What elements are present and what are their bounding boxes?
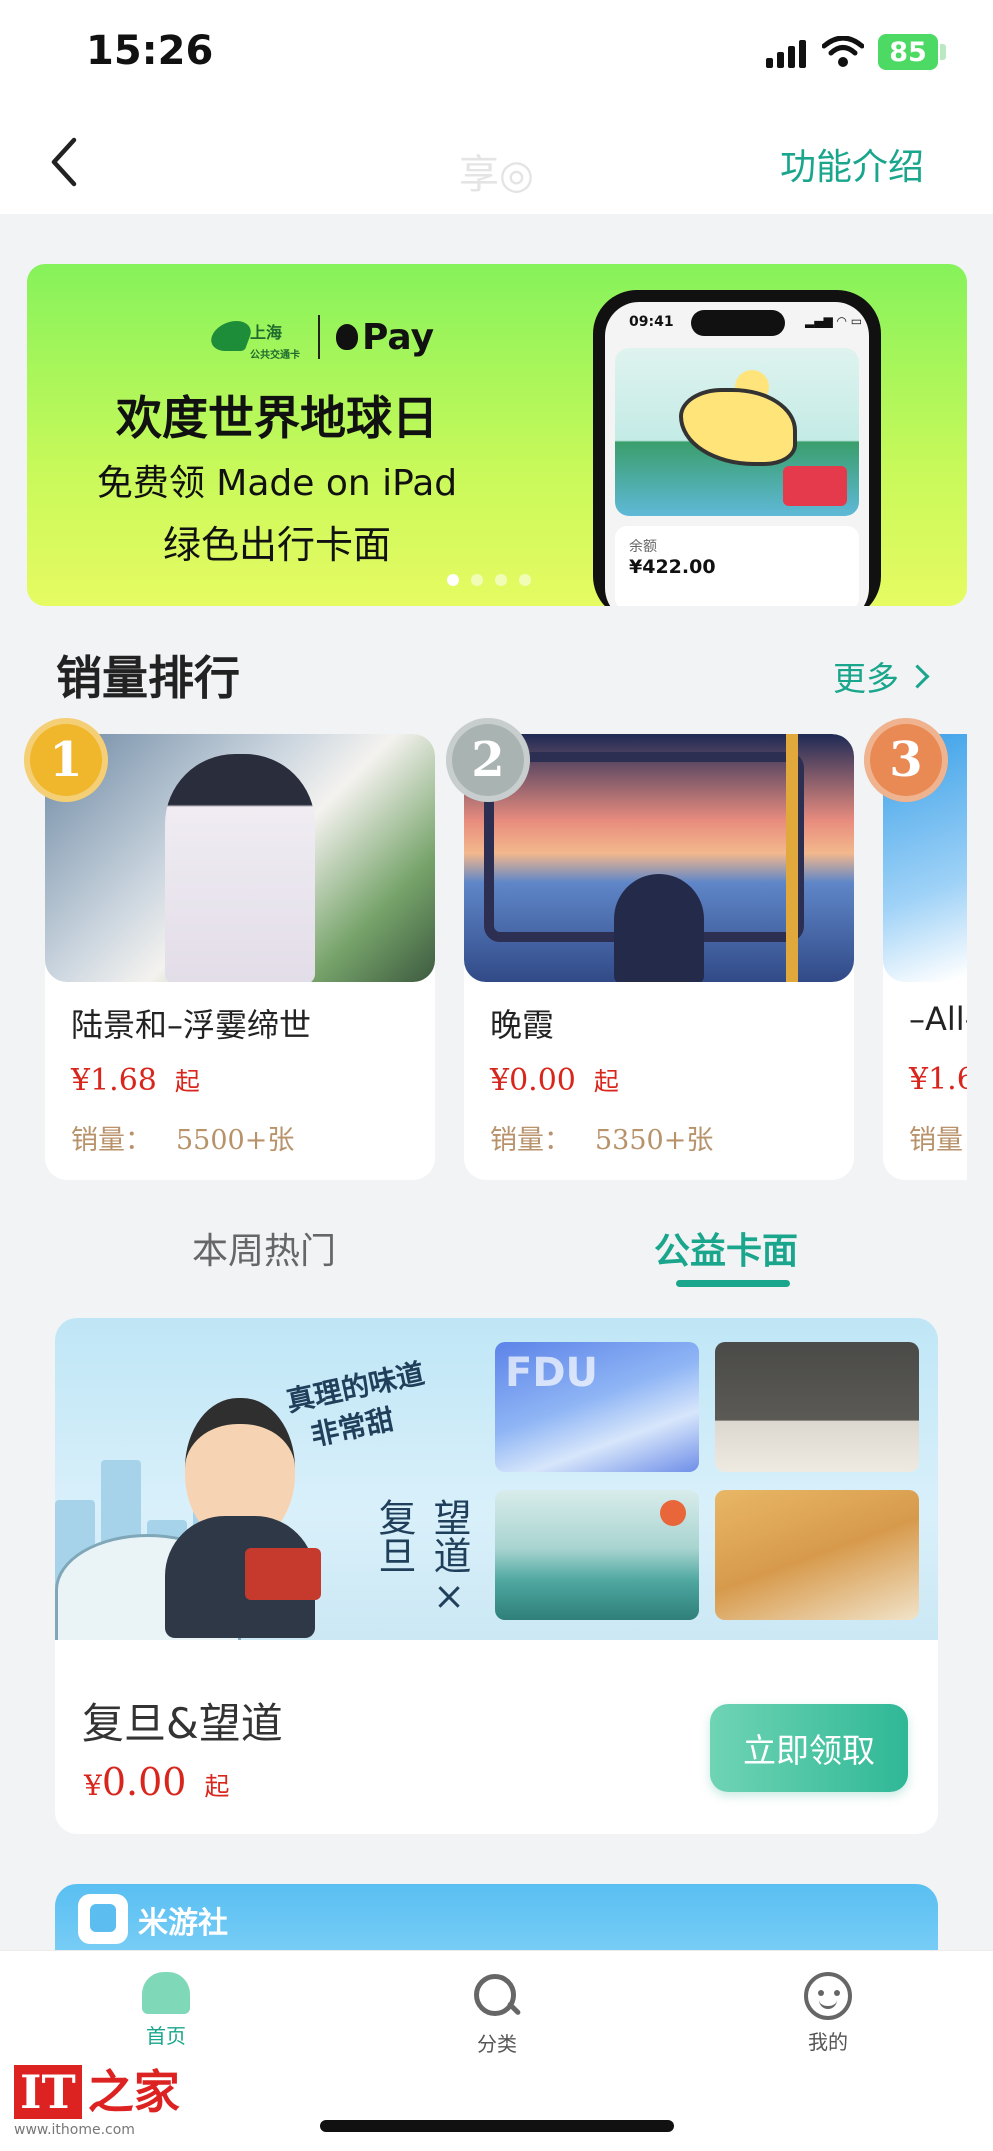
rank-number: 1 bbox=[49, 732, 83, 788]
home-icon bbox=[142, 1972, 190, 2014]
transit-card-art bbox=[615, 348, 859, 516]
card-price-value: ¥1.68 bbox=[71, 1063, 157, 1098]
battery-indicator: 85 bbox=[878, 34, 938, 70]
featured-card-price: ¥0.00 起 bbox=[84, 1760, 229, 1804]
price-suffix: 起 bbox=[204, 1772, 230, 1801]
next-card-brand: 米游社 bbox=[138, 1906, 228, 1941]
rank-badge-3: 3 bbox=[864, 718, 948, 802]
banner-dot[interactable] bbox=[471, 574, 483, 586]
card-price: ¥0.00 起 bbox=[490, 1062, 619, 1098]
thumbnail-fdu-text: FDU bbox=[505, 1350, 599, 1396]
featured-card-art: 真理的味道 非常甜 望道×复旦 FDU bbox=[55, 1318, 938, 1640]
page-title: 享◎ bbox=[459, 152, 534, 198]
feature-intro-link[interactable]: 功能介绍 bbox=[780, 138, 924, 190]
tab-public-welfare[interactable]: 公益卡面 bbox=[654, 1222, 798, 1274]
card-thumbnail-2 bbox=[715, 1342, 919, 1472]
dynamic-island bbox=[691, 310, 785, 336]
card-name: 陆景和–浮霎缔世 bbox=[71, 1006, 312, 1044]
rank-card-1[interactable]: 陆景和–浮霎缔世 ¥1.68 起 销量： 5500+张 bbox=[45, 734, 435, 1180]
brand-left: 上海 bbox=[250, 323, 283, 342]
tab-weekly-hot[interactable]: 本周热门 bbox=[192, 1222, 336, 1274]
card-thumbnail-4 bbox=[715, 1490, 919, 1620]
phone-status-icons: ▂▄▆ ◠ ▭ bbox=[805, 314, 863, 328]
back-chevron-icon[interactable] bbox=[44, 132, 84, 192]
status-time: 15:26 bbox=[86, 28, 214, 74]
sales-label: 销量： bbox=[71, 1125, 152, 1156]
tabbar-category-label: 分类 bbox=[477, 2032, 517, 2056]
sales-value: 5500+张 bbox=[176, 1125, 295, 1156]
price-suffix: 起 bbox=[593, 1067, 619, 1096]
apple-pay-logo: Pay bbox=[336, 317, 434, 358]
more-label: 更多 bbox=[833, 659, 899, 698]
tabbar-me-label: 我的 bbox=[808, 2030, 848, 2054]
tabbar-home[interactable]: 首页 bbox=[86, 1972, 246, 2049]
banner-headline: 欢度世界地球日 bbox=[116, 391, 438, 445]
section-title-ranking: 销量排行 bbox=[56, 651, 240, 705]
card-price: ¥1.68 起 bbox=[71, 1062, 200, 1098]
claim-now-button[interactable]: 立即领取 bbox=[710, 1704, 908, 1792]
banner-pagination bbox=[447, 574, 531, 586]
watermark-it: IT bbox=[14, 2065, 82, 2119]
price-symbol: ¥ bbox=[84, 1769, 102, 1802]
phone-time: 09:41 bbox=[629, 314, 674, 330]
card-sales: 销量： 5500+张 bbox=[71, 1118, 294, 1157]
balance-label: 余额 bbox=[629, 539, 657, 555]
card-thumbnail-3 bbox=[495, 1490, 699, 1620]
logo-divider bbox=[318, 315, 320, 359]
scholar-illustration bbox=[155, 1398, 325, 1638]
card-sales: 销量： bbox=[909, 1118, 967, 1157]
card-thumbnail-1: FDU bbox=[495, 1342, 699, 1472]
apple-icon bbox=[336, 324, 358, 350]
sales-label: 销量： bbox=[909, 1125, 967, 1156]
card-price-value: ¥1.6 bbox=[909, 1062, 967, 1097]
shanghai-transport-card-logo: 上海 公共交通卡 bbox=[206, 317, 302, 361]
rank-badge-1: 1 bbox=[24, 718, 108, 802]
banner-dot[interactable] bbox=[495, 574, 507, 586]
promo-banner[interactable]: 上海公共交通卡 Pay 欢度世界地球日 免费领 Made on iPad 绿色出… bbox=[27, 264, 967, 606]
profile-face-icon bbox=[804, 1972, 852, 2020]
rank-card-2[interactable]: 晚霞 ¥0.00 起 销量： 5350+张 bbox=[464, 734, 854, 1180]
miyoushe-logo-mark bbox=[90, 1904, 116, 1932]
watermark-zh: 之家 bbox=[87, 2065, 180, 2119]
rank-number: 2 bbox=[471, 732, 505, 788]
featured-card-name: 复旦&望道 bbox=[82, 1699, 283, 1748]
banner-dot[interactable] bbox=[519, 574, 531, 586]
tabbar-home-label: 首页 bbox=[146, 2024, 186, 2048]
brand-sub: 公共交通卡 bbox=[250, 350, 300, 361]
tabbar-category[interactable]: 分类 bbox=[417, 1972, 577, 2057]
rank-number: 3 bbox=[889, 732, 923, 788]
apple-pay-text: Pay bbox=[362, 316, 435, 358]
card-sales: 销量： 5350+张 bbox=[490, 1118, 713, 1157]
watermark-url: www.ithome.com bbox=[14, 2122, 135, 2138]
banner-subline: 免费领 Made on iPad bbox=[96, 463, 458, 504]
rank-badge-2: 2 bbox=[446, 718, 530, 802]
home-indicator[interactable] bbox=[320, 2120, 674, 2132]
card-name: 晚霞 bbox=[490, 1006, 555, 1044]
wifi-icon bbox=[822, 36, 864, 67]
battery-level: 85 bbox=[889, 36, 927, 68]
cellular-signal-icon bbox=[766, 40, 808, 68]
balance-value: ¥422.00 bbox=[629, 556, 716, 578]
chevron-right-icon bbox=[905, 663, 930, 689]
search-icon bbox=[472, 1972, 522, 2022]
card-price: ¥1.6 bbox=[909, 1062, 967, 1097]
price-value: 0.00 bbox=[101, 1760, 187, 1804]
banner-subline-2: 绿色出行卡面 bbox=[162, 523, 391, 567]
art-calligraphy: 望道×复旦 bbox=[372, 1498, 471, 1618]
card-name: –All– bbox=[909, 1000, 967, 1038]
ithome-watermark-logo: IT 之家 bbox=[14, 2056, 180, 2122]
card-price-value: ¥0.00 bbox=[490, 1063, 576, 1098]
banner-dot[interactable] bbox=[447, 574, 459, 586]
price-suffix: 起 bbox=[174, 1067, 200, 1096]
active-tab-indicator bbox=[676, 1280, 790, 1287]
sales-label: 销量： bbox=[490, 1125, 571, 1156]
sales-value: 5350+张 bbox=[595, 1125, 714, 1156]
more-link[interactable]: 更多 bbox=[833, 652, 930, 700]
battery-tip bbox=[940, 44, 946, 60]
banner-logo: 上海公共交通卡 Pay bbox=[206, 312, 434, 362]
tabbar-me[interactable]: 我的 bbox=[748, 1972, 908, 2055]
